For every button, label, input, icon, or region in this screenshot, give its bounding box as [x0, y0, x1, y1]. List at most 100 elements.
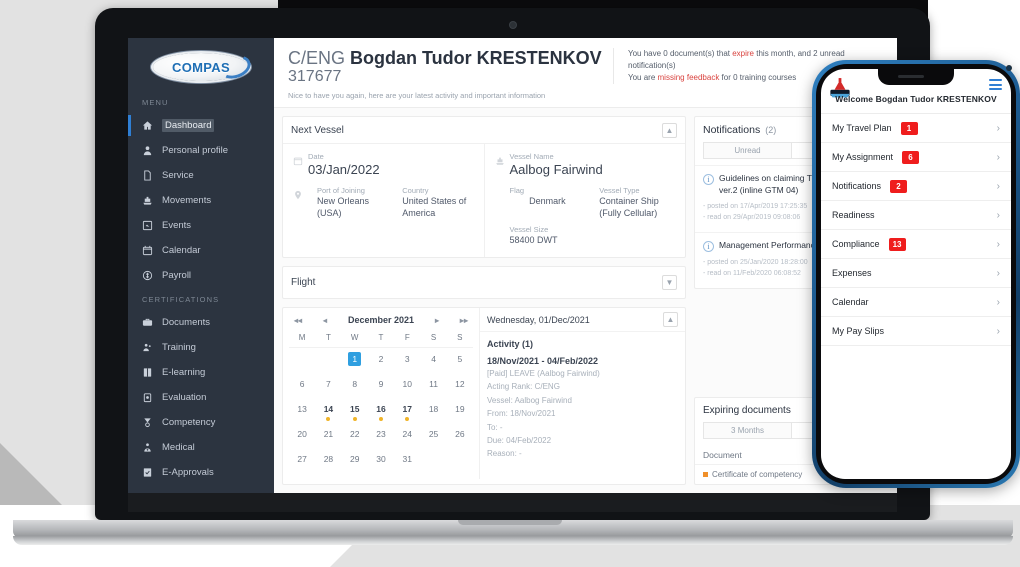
calendar-day-14[interactable]: 14	[315, 398, 341, 423]
sidebar-item-movements[interactable]: Movements	[128, 188, 274, 213]
phone-menu-item[interactable]: My Pay Slips ›	[821, 317, 1011, 346]
calendar-day-3[interactable]: 3	[394, 348, 420, 373]
chevron-up-icon[interactable]: ▲	[663, 312, 678, 328]
calendar-day-21[interactable]: 21	[315, 423, 341, 448]
document-icon	[142, 170, 153, 181]
chevron-right-icon: ›	[996, 209, 1000, 221]
calendar-day-28[interactable]: 28	[315, 448, 341, 473]
sidebar-item-competency[interactable]: Competency	[128, 410, 274, 435]
user-employee-id: 317677	[288, 68, 342, 86]
calendar-day-11[interactable]: 11	[420, 373, 446, 398]
training-icon	[142, 342, 153, 353]
calendar-day-13[interactable]: 13	[289, 398, 315, 423]
chevron-up-icon[interactable]: ▲	[662, 122, 677, 138]
sidebar-item-evaluation[interactable]: Evaluation	[128, 385, 274, 410]
page-title: C/ENG Bogdan Tudor KRESTENKOV	[288, 48, 602, 68]
tab-unread[interactable]: Unread	[703, 142, 792, 159]
prev-year-button[interactable]: ◂◂	[294, 316, 302, 325]
sidebar-item-medical[interactable]: Medical	[128, 435, 274, 460]
calendar-day-4[interactable]: 4	[420, 348, 446, 373]
calendar-day-31[interactable]: 31	[394, 448, 420, 473]
sidebar-heading-settings: SETTINGS	[128, 485, 274, 493]
calendar-day-7[interactable]: 7	[315, 373, 341, 398]
phone-menu-item[interactable]: Calendar ›	[821, 288, 1011, 317]
hamburger-icon[interactable]	[989, 79, 1002, 90]
vessel-size-value: 58400 DWT	[509, 235, 558, 246]
compas-web-app: COMPAS MENU Dashboard Personal profile S…	[128, 38, 897, 493]
sidebar-item-service[interactable]: Service	[128, 163, 274, 188]
tab-3-months[interactable]: 3 Months	[703, 422, 792, 439]
phone-menu-item[interactable]: Compliance 13 ›	[821, 230, 1011, 259]
calendar-day-27[interactable]: 27	[289, 448, 315, 473]
activity-range: 18/Nov/2021 - 04/Feb/2022	[487, 356, 599, 367]
phone-menu-item[interactable]: My Travel Plan 1 ›	[821, 114, 1011, 143]
phone-menu-item[interactable]: My Assignment 6 ›	[821, 143, 1011, 172]
phone-menu-list: My Travel Plan 1 › My Assignment 6 › Notificat…	[821, 113, 1011, 346]
vessel-name-label: Vessel Name	[509, 152, 554, 161]
expire-link[interactable]: expire	[732, 49, 754, 58]
medal-icon	[142, 417, 153, 428]
main-area: C/ENG Bogdan Tudor KRESTENKOV 317677 Nic…	[274, 38, 897, 493]
calendar-day-5[interactable]: 5	[447, 348, 473, 373]
calendar-day-17[interactable]: 17	[394, 398, 420, 423]
sidebar-item-calendar[interactable]: Calendar	[128, 238, 274, 263]
user-identity: C/ENG Bogdan Tudor KRESTENKOV 317677 Nic…	[288, 48, 602, 100]
calendar-day-15[interactable]: 15	[342, 398, 368, 423]
sidebar-item-documents[interactable]: Documents	[128, 310, 274, 335]
prev-month-button[interactable]: ◂	[323, 316, 327, 325]
sidebar-item-payroll[interactable]: Payroll	[128, 263, 274, 288]
calendar-day-6[interactable]: 6	[289, 373, 315, 398]
calendar-icon	[142, 245, 153, 256]
calendar-dow-3: T	[367, 330, 395, 349]
briefcase-icon	[142, 317, 153, 328]
calendar-day-29[interactable]: 29	[342, 448, 368, 473]
calendar-day-12[interactable]: 12	[447, 373, 473, 398]
calendar-day-19[interactable]: 19	[447, 398, 473, 423]
calendar-dow-2: W	[341, 330, 368, 349]
calendar-dow-row: MTWTFSS	[289, 330, 473, 349]
missing-feedback-link[interactable]: missing feedback	[658, 73, 720, 82]
calendar-day-8[interactable]: 8	[342, 373, 368, 398]
next-month-button[interactable]: ▸	[435, 316, 439, 325]
calendar-days-grid: 1 2 3 4 5 6 7 8 9 10 11 12 13 14 15 16 17 18 19 20 21 22 23 24 2…	[289, 348, 473, 473]
calendar-day-20[interactable]: 20	[289, 423, 315, 448]
phone-menu-item[interactable]: Expenses ›	[821, 259, 1011, 288]
sidebar-logo[interactable]: COMPAS	[128, 44, 274, 91]
sidebar-item-dashboard[interactable]: Dashboard	[128, 113, 274, 138]
calendar-day-22[interactable]: 22	[342, 423, 368, 448]
calendar-day-26[interactable]: 26	[447, 423, 473, 448]
sidebar-item-training[interactable]: Training	[128, 335, 274, 360]
sidebar-item-events[interactable]: Events	[128, 213, 274, 238]
calendar-day-25[interactable]: 25	[420, 423, 446, 448]
activity-line-6: Reason: -	[487, 449, 522, 459]
calendar-day-marker	[405, 417, 410, 422]
sidebar-item-personal-profile[interactable]: Personal profile	[128, 138, 274, 163]
sidebar-item-e-approvals[interactable]: E-Approvals	[128, 460, 274, 485]
phone-screen: Welcome Bogdan Tudor KRESTENKOV My Trave…	[821, 69, 1011, 479]
calendar-day-10[interactable]: 10	[394, 373, 420, 398]
chevron-down-icon[interactable]: ▼	[662, 275, 677, 291]
sidebar-item-e-learning[interactable]: E-learning	[128, 360, 274, 385]
calendar-day-number: 12	[455, 379, 465, 390]
phone-menu-item[interactable]: Notifications 2 ›	[821, 172, 1011, 201]
chevron-right-icon: ›	[996, 296, 1000, 308]
calendar-day-9[interactable]: 9	[368, 373, 394, 398]
calendar-day-number: 24	[402, 429, 413, 440]
vessel-size-field: Vessel Size 58400 DWT	[495, 225, 676, 247]
sidebar-item-label: Service	[162, 170, 194, 181]
calendar-day-18[interactable]: 18	[420, 398, 446, 423]
calendar-day-2[interactable]: 2	[368, 348, 394, 373]
activity-line-5: Due: 04/Feb/2022	[487, 435, 552, 445]
phone-menu-item[interactable]: Readiness ›	[821, 201, 1011, 230]
calendar-day-24[interactable]: 24	[394, 423, 420, 448]
phone-menu-label: Expenses	[832, 268, 872, 278]
next-year-button[interactable]: ▸▸	[460, 316, 468, 325]
calendar-day-number: 2	[378, 354, 384, 365]
activity-line-0: [Paid] LEAVE (Aalbog Fairwind)	[487, 369, 600, 379]
calendar-day-23[interactable]: 23	[368, 423, 394, 448]
calendar-day-1[interactable]: 1	[342, 348, 368, 373]
phone-menu-label: Calendar	[832, 297, 869, 307]
country-label: Country	[402, 186, 429, 195]
calendar-day-30[interactable]: 30	[368, 448, 394, 473]
calendar-day-16[interactable]: 16	[368, 398, 394, 423]
